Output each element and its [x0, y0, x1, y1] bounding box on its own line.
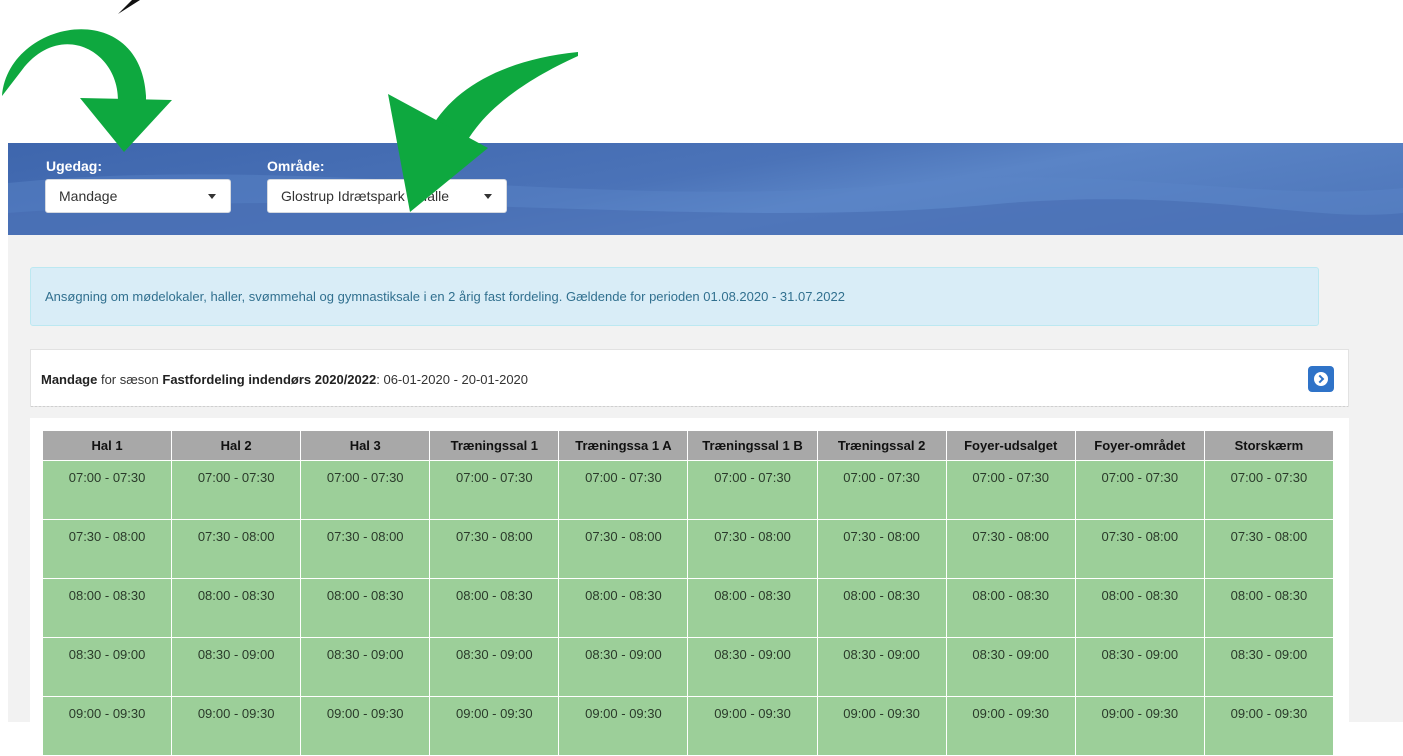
caret-down-icon: [208, 194, 216, 199]
weekday-select[interactable]: Mandage: [45, 179, 231, 213]
time-slot-cell[interactable]: 08:00 - 08:30: [171, 578, 302, 638]
schedule-container: Hal 1 Hal 2 Hal 3 Træningssal 1 Træningssa 1…: [30, 418, 1349, 756]
time-slot-cell[interactable]: 09:00 - 09:30: [1203, 696, 1335, 756]
schedule-header-row: Hal 1 Hal 2 Hal 3 Træningssal 1 Træningssa 1…: [41, 430, 1335, 461]
column-header: Hal 2: [171, 430, 302, 461]
time-slot-cell[interactable]: 08:00 - 08:30: [429, 578, 560, 638]
table-row: 07:30 - 08:00 07:30 - 08:00 07:30 - 08:00 0…: [41, 519, 1335, 579]
time-slot-cell[interactable]: 07:30 - 08:00: [1074, 519, 1205, 579]
content-area: Ansøgning om mødelokaler, haller, svømme…: [8, 235, 1403, 756]
time-slot-cell[interactable]: 08:30 - 09:00: [1074, 637, 1205, 697]
caret-down-icon: [484, 194, 492, 199]
column-header: Hal 3: [300, 430, 431, 461]
schedule-body: 07:00 - 07:30 07:00 - 07:30 07:00 - 07:30 0…: [41, 460, 1335, 756]
season-mid-text: for sæson: [97, 372, 163, 387]
time-slot-cell[interactable]: 08:00 - 08:30: [816, 578, 947, 638]
time-slot-cell[interactable]: 07:30 - 08:00: [41, 519, 173, 579]
time-slot-cell[interactable]: 09:00 - 09:30: [300, 696, 431, 756]
column-header: Træningssal 1: [429, 430, 560, 461]
column-header: Storskærm: [1203, 430, 1335, 461]
time-slot-cell[interactable]: 08:00 - 08:30: [687, 578, 818, 638]
time-slot-cell[interactable]: 09:00 - 09:30: [558, 696, 689, 756]
table-row: 08:30 - 09:00 08:30 - 09:00 08:30 - 09:00 0…: [41, 637, 1335, 697]
time-slot-cell[interactable]: 07:00 - 07:30: [687, 460, 818, 520]
info-alert: Ansøgning om mødelokaler, haller, svømme…: [30, 267, 1319, 326]
column-header: Foyer-området: [1074, 430, 1205, 461]
area-select[interactable]: Glostrup Idrætspark - Halle: [267, 179, 507, 213]
time-slot-cell[interactable]: 08:30 - 09:00: [171, 637, 302, 697]
time-slot-cell[interactable]: 07:00 - 07:30: [1203, 460, 1335, 520]
area-select-value: Glostrup Idrætspark - Halle: [281, 188, 450, 204]
time-slot-cell[interactable]: 07:30 - 08:00: [558, 519, 689, 579]
season-day: Mandage: [41, 372, 98, 387]
chevron-circle-right-icon: [1314, 372, 1328, 386]
time-slot-cell[interactable]: 08:00 - 08:30: [300, 578, 431, 638]
season-range: : 06-01-2020 - 20-01-2020: [376, 372, 529, 387]
time-slot-cell[interactable]: 07:30 - 08:00: [945, 519, 1076, 579]
time-slot-cell[interactable]: 07:00 - 07:30: [816, 460, 947, 520]
dotted-divider: [31, 406, 1348, 407]
table-row: 09:00 - 09:30 09:00 - 09:30 09:00 - 09:30 0…: [41, 696, 1335, 756]
time-slot-cell[interactable]: 07:30 - 08:00: [429, 519, 560, 579]
time-slot-cell[interactable]: 09:00 - 09:30: [429, 696, 560, 756]
column-header: Foyer-udsalget: [945, 430, 1076, 461]
column-header: Hal 1: [41, 430, 173, 461]
weekday-select-value: Mandage: [59, 188, 118, 204]
table-row: 08:00 - 08:30 08:00 - 08:30 08:00 - 08:30 0…: [41, 578, 1335, 638]
time-slot-cell[interactable]: 07:00 - 07:30: [41, 460, 173, 520]
time-slot-cell[interactable]: 07:00 - 07:30: [300, 460, 431, 520]
time-slot-cell[interactable]: 08:00 - 08:30: [945, 578, 1076, 638]
season-panel: Mandage for sæson Fastfordeling indendør…: [30, 349, 1349, 407]
time-slot-cell[interactable]: 09:00 - 09:30: [171, 696, 302, 756]
weekday-label: Ugedag:: [46, 158, 102, 174]
time-slot-cell[interactable]: 07:30 - 08:00: [1203, 519, 1335, 579]
time-slot-cell[interactable]: 09:00 - 09:30: [945, 696, 1076, 756]
curved-arrow-icon: [2, 29, 172, 152]
time-slot-cell[interactable]: 08:30 - 09:00: [1203, 637, 1335, 697]
time-slot-cell[interactable]: 09:00 - 09:30: [1074, 696, 1205, 756]
time-slot-cell[interactable]: 09:00 - 09:30: [816, 696, 947, 756]
time-slot-cell[interactable]: 07:30 - 08:00: [171, 519, 302, 579]
filter-bar: Ugedag: Mandage Område: Glostrup Idrætsp…: [8, 143, 1403, 235]
time-slot-cell[interactable]: 08:30 - 09:00: [558, 637, 689, 697]
time-slot-cell[interactable]: 08:00 - 08:30: [558, 578, 689, 638]
season-heading: Mandage for sæson Fastfordeling indendør…: [41, 372, 528, 387]
time-slot-cell[interactable]: 07:30 - 08:00: [816, 519, 947, 579]
schedule-table: Hal 1 Hal 2 Hal 3 Træningssal 1 Træningssa 1…: [41, 430, 1335, 756]
black-arrow-icon: [118, 0, 140, 14]
time-slot-cell[interactable]: 08:30 - 09:00: [687, 637, 818, 697]
time-slot-cell[interactable]: 07:00 - 07:30: [945, 460, 1076, 520]
time-slot-cell[interactable]: 09:00 - 09:30: [41, 696, 173, 756]
column-header: Træningssal 2: [816, 430, 947, 461]
season-name: Fastfordeling indendørs 2020/2022: [162, 372, 377, 387]
table-row: 07:00 - 07:30 07:00 - 07:30 07:00 - 07:30 0…: [41, 460, 1335, 520]
time-slot-cell[interactable]: 08:30 - 09:00: [300, 637, 431, 697]
time-slot-cell[interactable]: 09:00 - 09:30: [687, 696, 818, 756]
time-slot-cell[interactable]: 08:30 - 09:00: [41, 637, 173, 697]
time-slot-cell[interactable]: 07:00 - 07:30: [1074, 460, 1205, 520]
time-slot-cell[interactable]: 07:00 - 07:30: [171, 460, 302, 520]
column-header: Træningssa 1 A: [558, 430, 689, 461]
time-slot-cell[interactable]: 08:30 - 09:00: [816, 637, 947, 697]
info-alert-text: Ansøgning om mødelokaler, haller, svømme…: [45, 289, 845, 304]
time-slot-cell[interactable]: 08:00 - 08:30: [1203, 578, 1335, 638]
time-slot-cell[interactable]: 07:00 - 07:30: [558, 460, 689, 520]
time-slot-cell[interactable]: 08:00 - 08:30: [41, 578, 173, 638]
area-label: Område:: [267, 158, 325, 174]
time-slot-cell[interactable]: 08:00 - 08:30: [1074, 578, 1205, 638]
time-slot-cell[interactable]: 08:30 - 09:00: [945, 637, 1076, 697]
column-header: Træningssal 1 B: [687, 430, 818, 461]
time-slot-cell[interactable]: 07:30 - 08:00: [300, 519, 431, 579]
next-week-button[interactable]: [1308, 366, 1334, 392]
time-slot-cell[interactable]: 08:30 - 09:00: [429, 637, 560, 697]
time-slot-cell[interactable]: 07:30 - 08:00: [687, 519, 818, 579]
time-slot-cell[interactable]: 07:00 - 07:30: [429, 460, 560, 520]
